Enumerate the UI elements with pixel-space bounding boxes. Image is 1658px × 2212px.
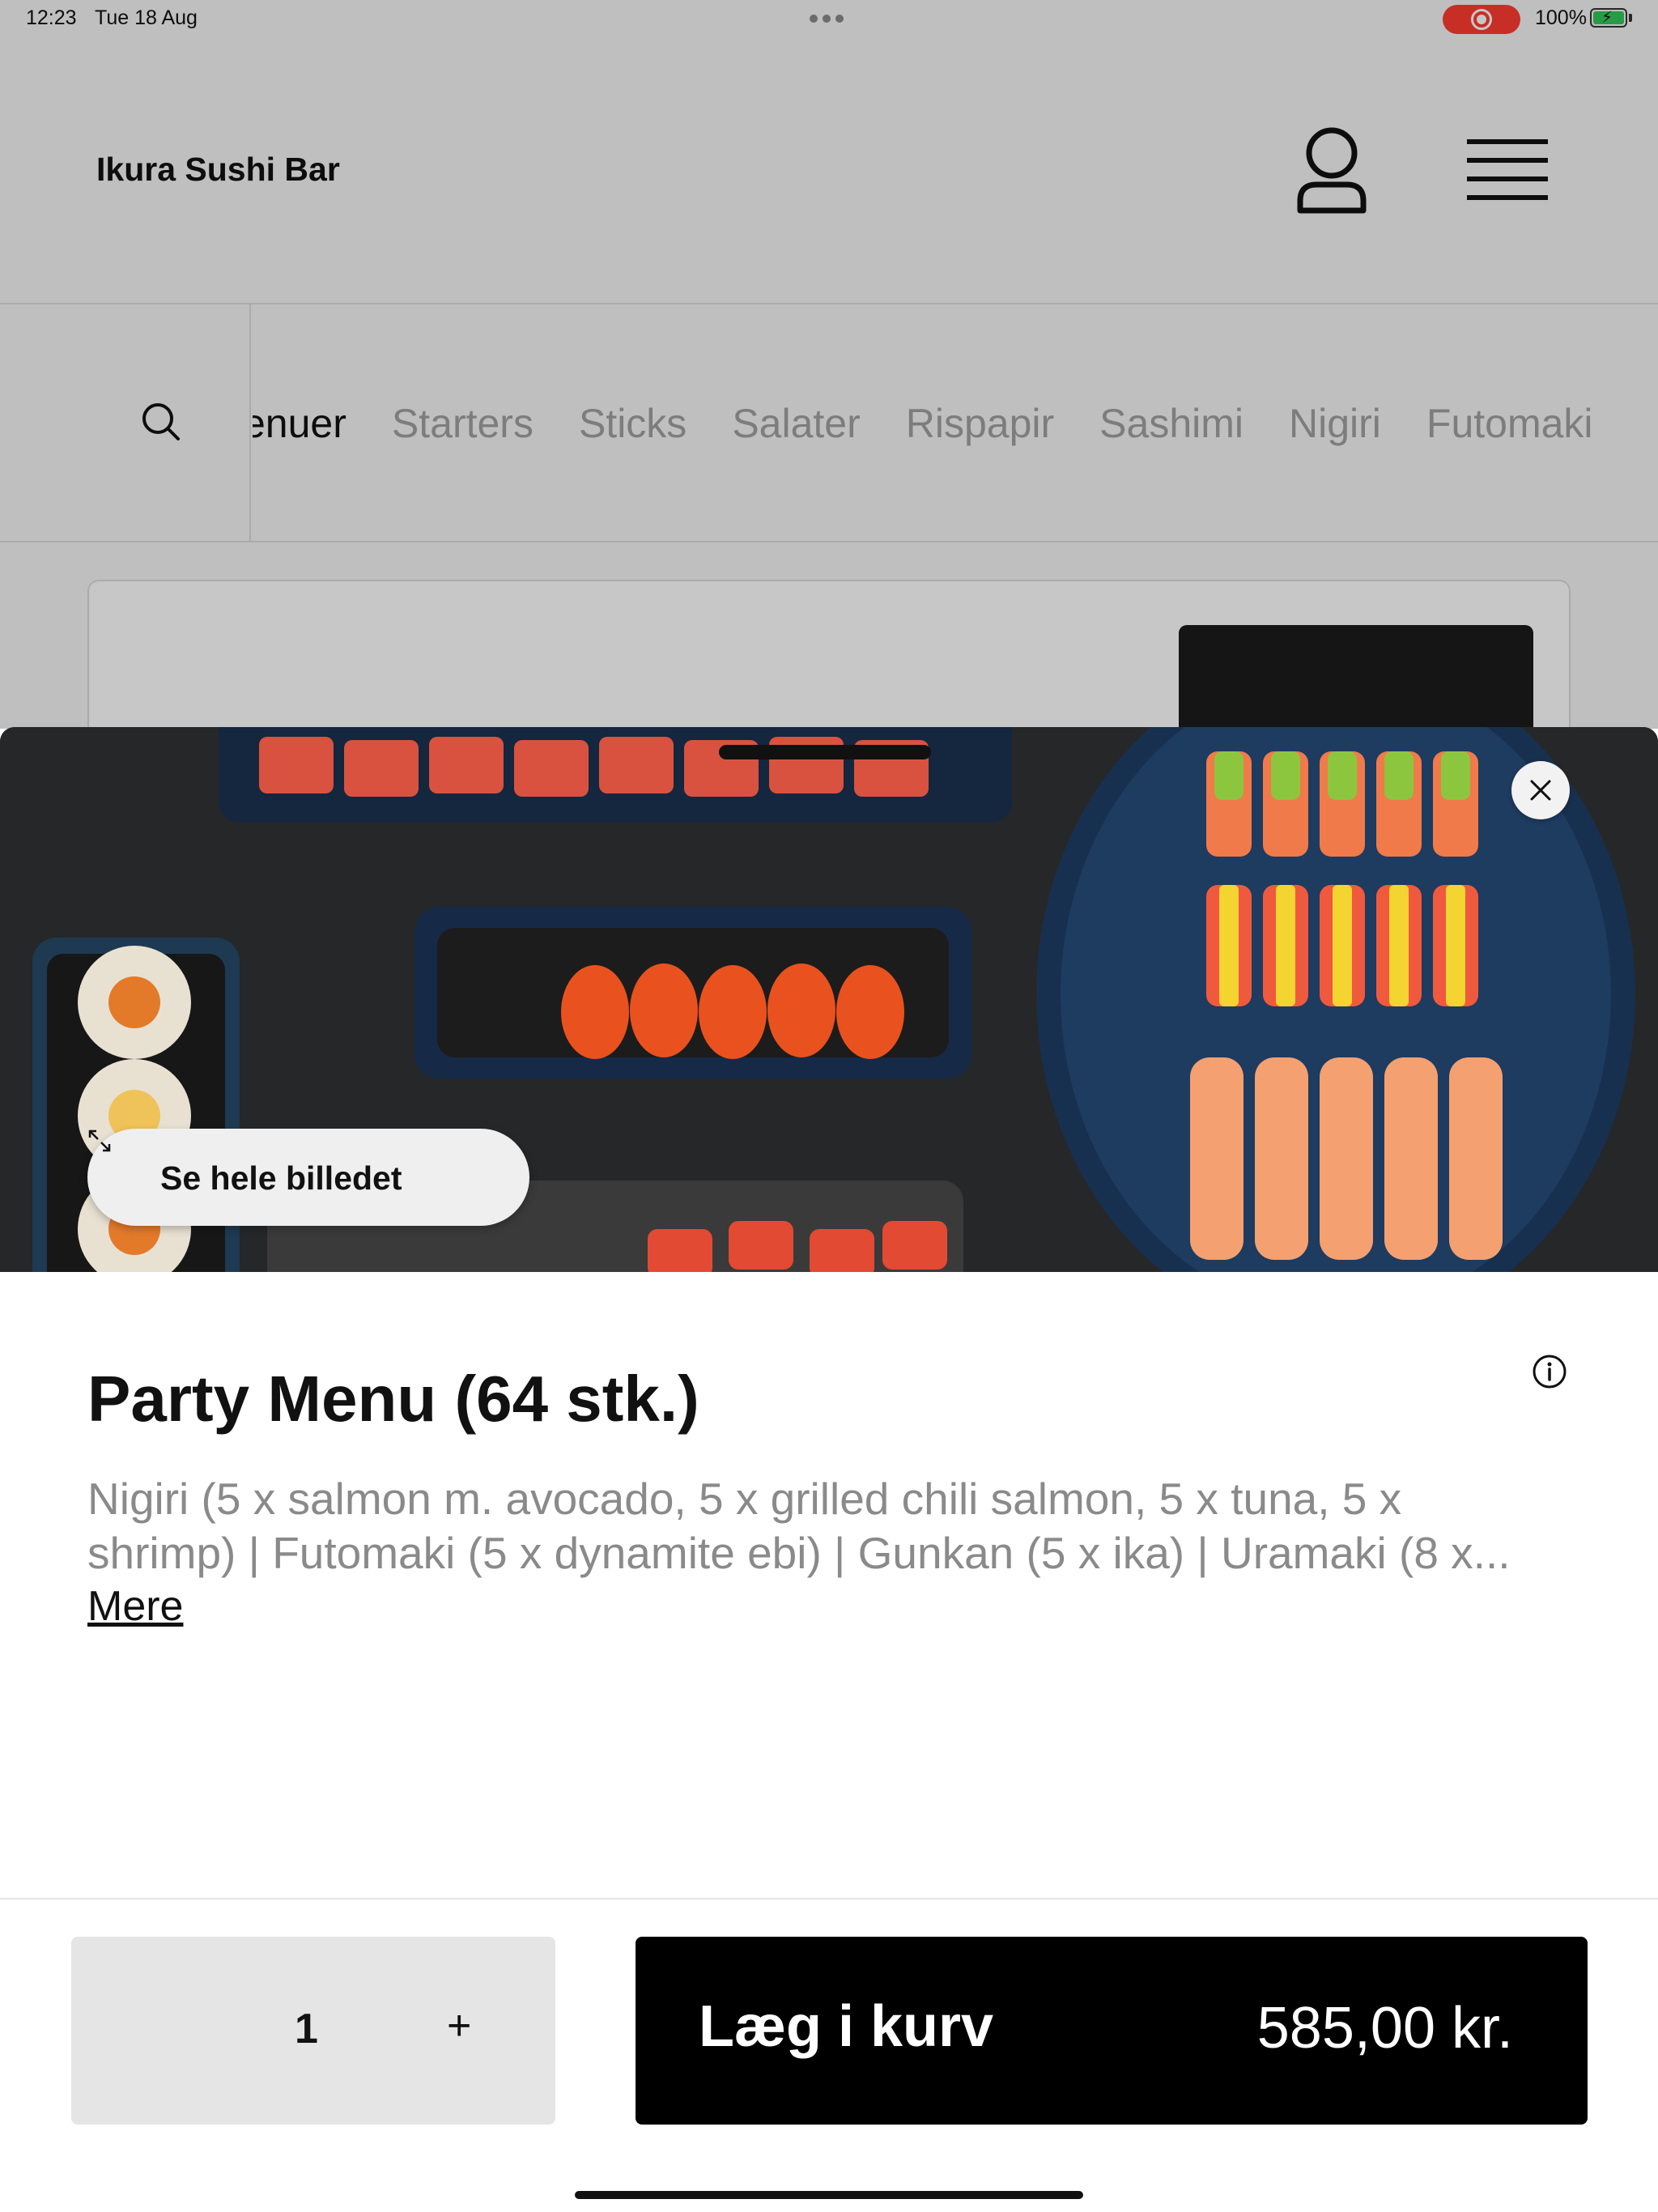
footer-divider [0, 1898, 1658, 1899]
close-button[interactable] [1511, 761, 1570, 819]
close-icon [1530, 780, 1551, 801]
more-link[interactable]: Mere [87, 1582, 183, 1631]
product-modal: Se hele billedet Party Menu (64 stk.) Ni… [0, 727, 1658, 2212]
view-full-image-label: Se hele billedet [160, 1159, 402, 1197]
product-title: Party Menu (64 stk.) [87, 1363, 699, 1435]
sheet-grabber[interactable] [719, 745, 931, 759]
product-description: Nigiri (5 x salmon m. avocado, 5 x grill… [87, 1472, 1577, 1580]
view-full-image-button[interactable]: Se hele billedet [87, 1129, 529, 1226]
increment-button[interactable]: + [447, 2001, 471, 2050]
modal-backdrop[interactable] [0, 0, 1658, 729]
add-to-cart-button[interactable]: Læg i kurv 585,00 kr. [636, 1937, 1588, 2125]
expand-icon [88, 1129, 111, 1152]
price: 585,00 kr. [1256, 1996, 1513, 2061]
add-to-cart-label: Læg i kurv [699, 1994, 994, 2059]
description-line: Nigiri (5 x salmon m. avocado, 5 x grill… [87, 1474, 1402, 1524]
quantity-stepper: 1 + [71, 1937, 555, 2125]
background-page: 12:23 Tue 18 Aug 100% ⚡ Ikura Sushi Bar … [0, 0, 1658, 823]
home-indicator[interactable] [575, 2191, 1083, 2199]
info-icon[interactable] [1532, 1354, 1567, 1389]
quantity-value: 1 [295, 2006, 318, 2052]
product-image[interactable]: Se hele billedet [0, 727, 1658, 1272]
description-line: shrimp) | Futomaki (5 x dynamite ebi) | … [87, 1528, 1511, 1578]
